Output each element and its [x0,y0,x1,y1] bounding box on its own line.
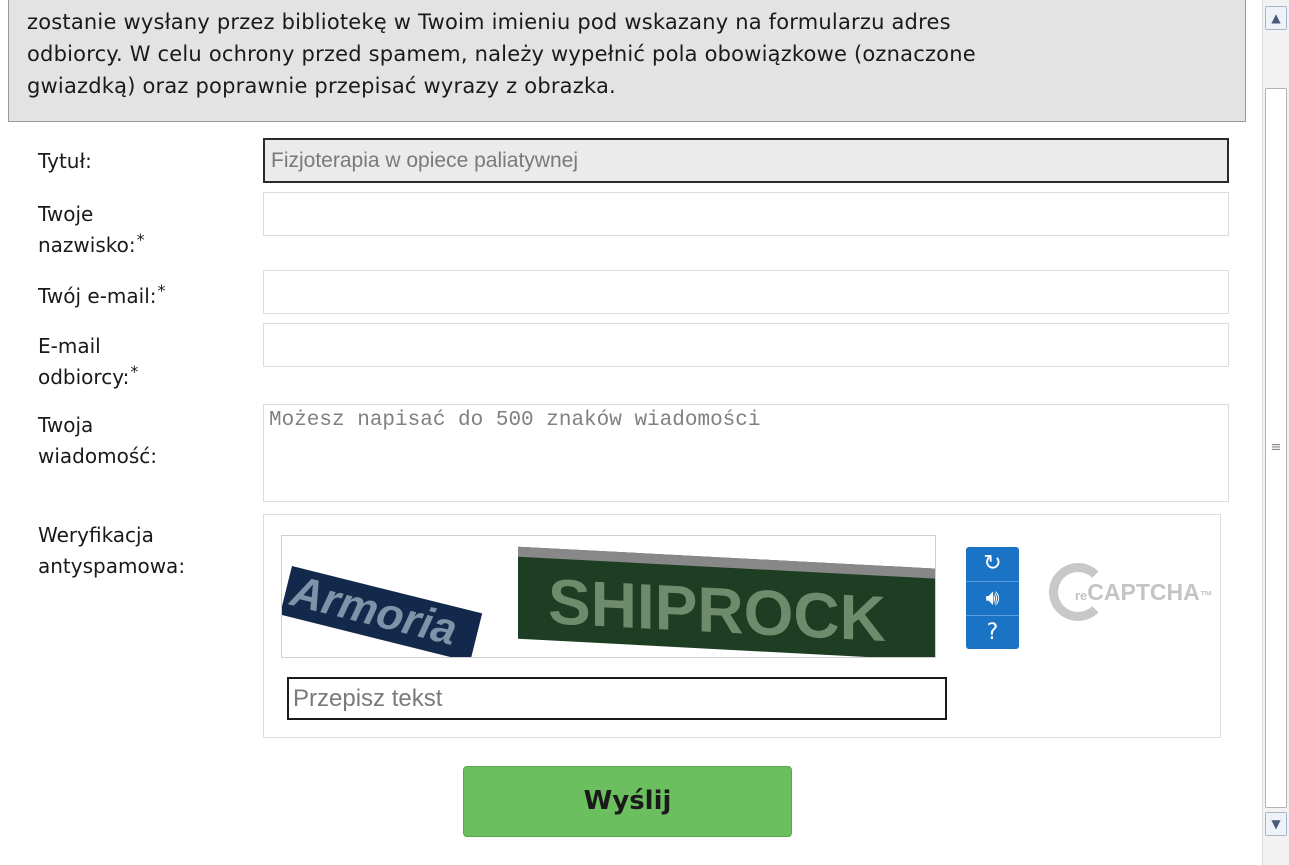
captcha-widget: Armoria SHIPROCK ↻ 🔊︎ ? reCAPTCHA™ Przep… [263,514,1221,738]
help-icon[interactable]: ? [966,615,1019,650]
message-label-line2: wiadomość: [38,444,157,468]
captcha-word-1: Armoria [282,566,483,657]
required-mark: * [157,281,166,300]
email-label-text: Twój e-mail: [38,284,157,308]
info-line-1: zostanie wysłany przez bibliotekę w Twoi… [27,10,951,34]
captcha-input[interactable]: Przepisz tekst [287,677,947,720]
message-label: Twoja wiadomość: [38,410,157,472]
name-field[interactable] [263,192,1229,236]
required-mark: * [136,230,145,249]
recaptcha-tm: ™ [1199,588,1213,603]
grip-icon: ≡ [1270,440,1282,455]
title-label: Tytuł: [38,146,92,177]
info-message: zostanie wysłany przez bibliotekę w Twoi… [8,0,1246,122]
refresh-icon[interactable]: ↻ [966,547,1019,581]
recaptcha-wordmark: reCAPTCHA™ [1075,579,1213,606]
title-field[interactable]: Fizjoterapia w opiece paliatywnej [263,138,1229,183]
scroll-up-icon[interactable]: ▲ [1265,6,1287,30]
recaptcha-name: CAPTCHA [1087,579,1200,605]
recipient-label: E-mail odbiorcy:* [38,331,138,393]
vertical-scrollbar[interactable]: ▲ ≡ ▼ [1262,0,1289,865]
email-label: Twój e-mail:* [38,281,166,312]
scrollbar-thumb[interactable]: ≡ [1265,88,1287,808]
audio-icon[interactable]: 🔊︎ [966,581,1019,616]
info-line-3: gwiazdką) oraz poprawnie przepisać wyraz… [27,74,616,98]
name-label-line1: Twoje [38,202,94,226]
recipient-label-line1: E-mail [38,334,101,358]
captcha-label-line2: antyspamowa: [38,554,186,578]
captcha-word-2: SHIPROCK [518,546,935,657]
email-field[interactable] [263,270,1229,314]
required-mark: * [130,362,139,381]
submit-button[interactable]: Wyślij [463,766,792,837]
message-label-line1: Twoja [38,413,94,437]
title-label-text: Tytuł: [38,149,92,173]
captcha-label-line1: Weryfikacja [38,523,154,547]
message-textarea[interactable]: Możesz napisać do 500 znaków wiadomości [263,404,1229,502]
recaptcha-re: re [1075,588,1088,603]
recaptcha-logo: reCAPTCHA™ [1049,555,1213,645]
info-line-2: odbiorcy. W celu ochrony przed spamem, n… [27,42,976,66]
scroll-down-icon[interactable]: ▼ [1265,812,1287,836]
captcha-image: Armoria SHIPROCK [281,535,936,658]
captcha-controls: ↻ 🔊︎ ? [966,547,1019,649]
captcha-label: Weryfikacja antyspamowa: [38,520,185,582]
name-label: Twoje nazwisko:* [38,199,145,261]
name-label-line2: nazwisko: [38,233,136,257]
recipient-label-line2: odbiorcy: [38,365,130,389]
recipient-email-field[interactable] [263,323,1229,367]
